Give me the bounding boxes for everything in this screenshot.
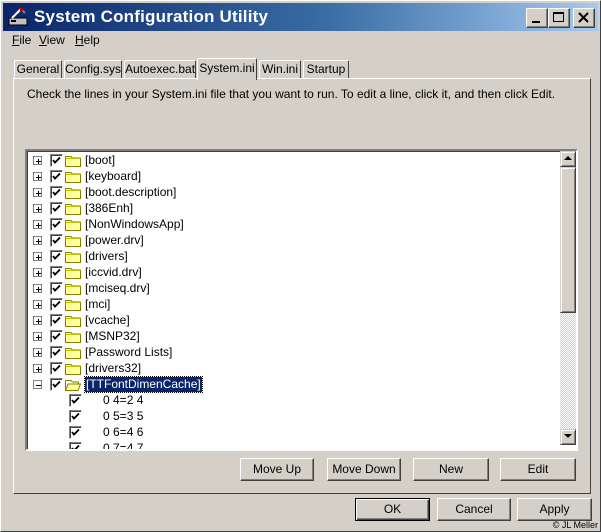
section-checkbox[interactable] [50, 218, 63, 231]
section-label[interactable]: [drivers] [85, 249, 128, 264]
tab-startup[interactable]: Startup [303, 60, 349, 78]
folder-icon [65, 282, 81, 295]
edit-button[interactable]: Edit [500, 458, 576, 481]
section-checkbox[interactable] [50, 266, 63, 279]
expand-icon[interactable] [33, 252, 42, 261]
section-label[interactable]: [drivers32] [85, 361, 141, 376]
tab-system-ini[interactable]: System.ini [197, 58, 257, 80]
new-button[interactable]: New [413, 458, 489, 481]
folder-icon [65, 154, 81, 167]
section-label[interactable]: [TTFontDimenCache] [84, 376, 203, 393]
folder-icon [65, 362, 81, 375]
expand-icon[interactable] [33, 204, 42, 213]
folder-icon [65, 314, 81, 327]
expand-icon[interactable] [33, 332, 42, 341]
instructions-text: Check the lines in your System.ini file … [27, 87, 556, 101]
title-bar[interactable]: System Configuration Utility [3, 3, 598, 31]
folder-icon [65, 202, 81, 215]
section-checkbox[interactable] [50, 250, 63, 263]
expand-icon[interactable] [33, 268, 42, 277]
entry-label[interactable]: 0 5=3 5 [103, 409, 143, 424]
apply-button[interactable]: Apply [517, 498, 592, 521]
collapse-icon[interactable] [33, 380, 42, 389]
close-button[interactable] [573, 8, 595, 28]
folder-icon [65, 234, 81, 247]
scroll-up-button[interactable] [560, 151, 576, 167]
expand-icon[interactable] [33, 156, 42, 165]
section-checkbox[interactable] [50, 362, 63, 375]
maximize-button[interactable] [548, 8, 570, 28]
section-checkbox[interactable] [50, 282, 63, 295]
msconfig-icon [7, 7, 29, 27]
section-label[interactable]: [keyboard] [85, 169, 141, 184]
open-folder-icon [64, 378, 82, 391]
expand-icon[interactable] [33, 188, 42, 197]
section-label[interactable]: [Password Lists] [85, 345, 172, 360]
tab-autoexec-bat[interactable]: Autoexec.bat [124, 60, 196, 78]
expand-icon[interactable] [33, 348, 42, 357]
move-down-button[interactable]: Move Down [327, 458, 401, 481]
section-label[interactable]: [mciseq.drv] [85, 281, 150, 296]
section-checkbox[interactable] [50, 234, 63, 247]
expand-icon[interactable] [33, 316, 42, 325]
expand-icon[interactable] [33, 220, 42, 229]
section-label[interactable]: [iccvid.drv] [85, 265, 142, 280]
section-checkbox[interactable] [50, 346, 63, 359]
section-label[interactable]: [boot.description] [85, 185, 176, 200]
entry-label[interactable]: 0 6=4 6 [103, 425, 143, 440]
menu-file[interactable]: File [12, 33, 31, 47]
section-label[interactable]: [boot] [85, 153, 115, 168]
folder-icon [65, 330, 81, 343]
window-title: System Configuration Utility [34, 7, 269, 26]
section-label[interactable]: [mci] [85, 297, 110, 312]
section-label[interactable]: [NonWindowsApp] [85, 217, 184, 232]
menu-view[interactable]: View [39, 33, 65, 47]
section-label[interactable]: [vcache] [85, 313, 130, 328]
section-checkbox[interactable] [50, 186, 63, 199]
system-configuration-window: System Configuration Utility File View H… [0, 0, 601, 532]
entry-label[interactable]: 0 4=2 4 [103, 393, 143, 408]
section-checkbox[interactable] [50, 298, 63, 311]
entry-checkbox[interactable] [69, 410, 82, 423]
system-ini-tree[interactable]: [boot] [keyboard] [boot.description] [386En… [25, 149, 578, 451]
expand-icon[interactable] [33, 284, 42, 293]
tab-win-ini[interactable]: Win.ini [259, 60, 301, 78]
scroll-thumb[interactable] [560, 167, 576, 313]
section-checkbox[interactable] [50, 378, 63, 391]
expand-icon[interactable] [33, 172, 42, 181]
entry-checkbox[interactable] [69, 426, 82, 439]
folder-icon [65, 218, 81, 231]
expand-icon[interactable] [33, 364, 42, 373]
scroll-down-button[interactable] [560, 429, 576, 445]
section-checkbox[interactable] [50, 314, 63, 327]
move-up-button[interactable]: Move Up [240, 458, 314, 481]
menu-help[interactable]: Help [75, 33, 100, 47]
section-checkbox[interactable] [50, 330, 63, 343]
expand-icon[interactable] [33, 300, 42, 309]
section-label[interactable]: [power.drv] [85, 233, 144, 248]
tab-general[interactable]: General [14, 60, 62, 78]
section-checkbox[interactable] [50, 170, 63, 183]
folder-icon [65, 346, 81, 359]
folder-icon [65, 298, 81, 311]
section-checkbox[interactable] [50, 202, 63, 215]
menu-bar: File View Help [3, 32, 598, 50]
folder-icon [65, 186, 81, 199]
tab-config-sys[interactable]: Config.sys [64, 60, 122, 78]
entry-label[interactable]: 0 7=4 7 [103, 441, 143, 449]
entry-checkbox[interactable] [69, 394, 82, 407]
vertical-scrollbar[interactable] [560, 151, 576, 445]
expand-icon[interactable] [33, 236, 42, 245]
section-label[interactable]: [MSNP32] [85, 329, 140, 344]
folder-icon [65, 266, 81, 279]
folder-icon [65, 250, 81, 263]
copyright-text: © JL Meller [552, 520, 598, 530]
folder-icon [65, 170, 81, 183]
section-checkbox[interactable] [50, 154, 63, 167]
minimize-button[interactable] [526, 8, 548, 28]
entry-checkbox[interactable] [69, 442, 82, 449]
ok-button[interactable]: OK [355, 498, 430, 521]
section-label[interactable]: [386Enh] [85, 201, 133, 216]
cancel-button[interactable]: Cancel [437, 498, 511, 521]
